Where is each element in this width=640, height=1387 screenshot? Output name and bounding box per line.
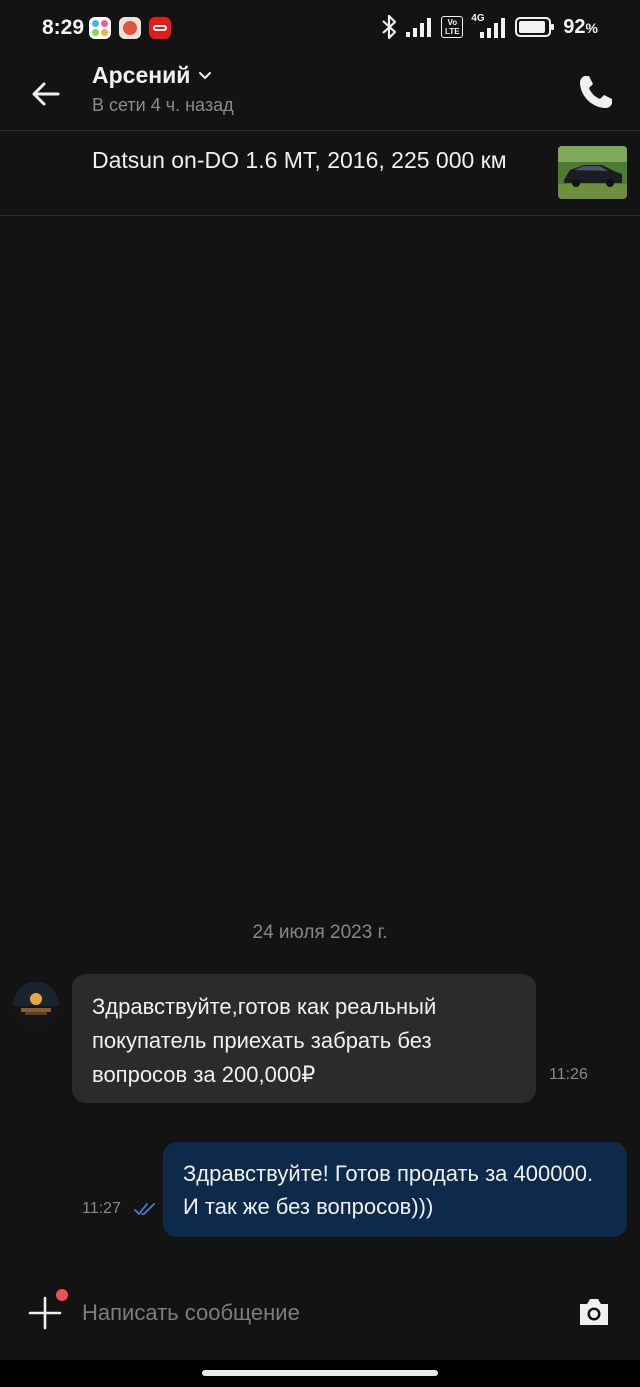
app-notification-icon — [119, 17, 141, 39]
read-checkmarks-icon — [134, 1203, 155, 1215]
app-notification-icon — [89, 17, 111, 39]
incoming-message[interactable]: Здравствуйте,готов как реальный покупате… — [72, 974, 536, 1103]
plus-icon[interactable] — [28, 1296, 62, 1330]
date-separator: 24 июля 2023 г. — [252, 922, 388, 943]
volte-icon: Vo LTE — [441, 16, 464, 38]
message-input[interactable] — [82, 1296, 542, 1330]
battery-percent: 92% — [563, 15, 598, 38]
navigation-bar — [0, 1360, 640, 1387]
signal-icon — [406, 18, 432, 37]
message-text: Здравствуйте,готов как реальный покупате… — [92, 994, 437, 1087]
home-indicator[interactable] — [202, 1370, 438, 1376]
contact-name: Арсений — [92, 62, 191, 88]
message-time: 11:26 — [549, 1066, 588, 1083]
signal-4g-icon: 4G — [471, 13, 507, 39]
car-app-notification-icon — [149, 17, 171, 39]
back-arrow-icon[interactable] — [28, 76, 64, 112]
phone-icon[interactable] — [576, 72, 616, 112]
status-icons: Vo LTE 4G 92% — [381, 13, 598, 40]
message-time: 11:27 — [82, 1200, 121, 1217]
listing-title: Datsun on-DO 1.6 MT, 2016, 225 000 км — [92, 147, 507, 173]
message-text: Здравствуйте! Готов продать за 400000. И… — [183, 1161, 594, 1219]
avatar[interactable] — [13, 982, 59, 1028]
camera-icon[interactable] — [576, 1294, 612, 1330]
bluetooth-icon — [382, 14, 397, 40]
outgoing-message[interactable]: Здравствуйте! Готов продать за 400000. И… — [163, 1142, 627, 1237]
chat-header: Арсений В сети 4 ч. назад — [0, 58, 640, 131]
status-bar: 8:29 Vo LTE 4G 92% — [0, 0, 640, 58]
listing-thumbnail[interactable] — [558, 146, 627, 199]
battery-icon — [515, 17, 555, 37]
contact-name-button[interactable]: Арсений — [92, 62, 212, 89]
status-time: 8:29 — [42, 16, 85, 39]
chevron-down-icon — [199, 71, 212, 79]
listing-bar[interactable]: Datsun on-DO 1.6 MT, 2016, 225 000 км — [0, 131, 640, 216]
notification-dot — [56, 1289, 68, 1301]
contact-presence: В сети 4 ч. назад — [92, 95, 234, 115]
message-composer — [0, 1280, 640, 1346]
